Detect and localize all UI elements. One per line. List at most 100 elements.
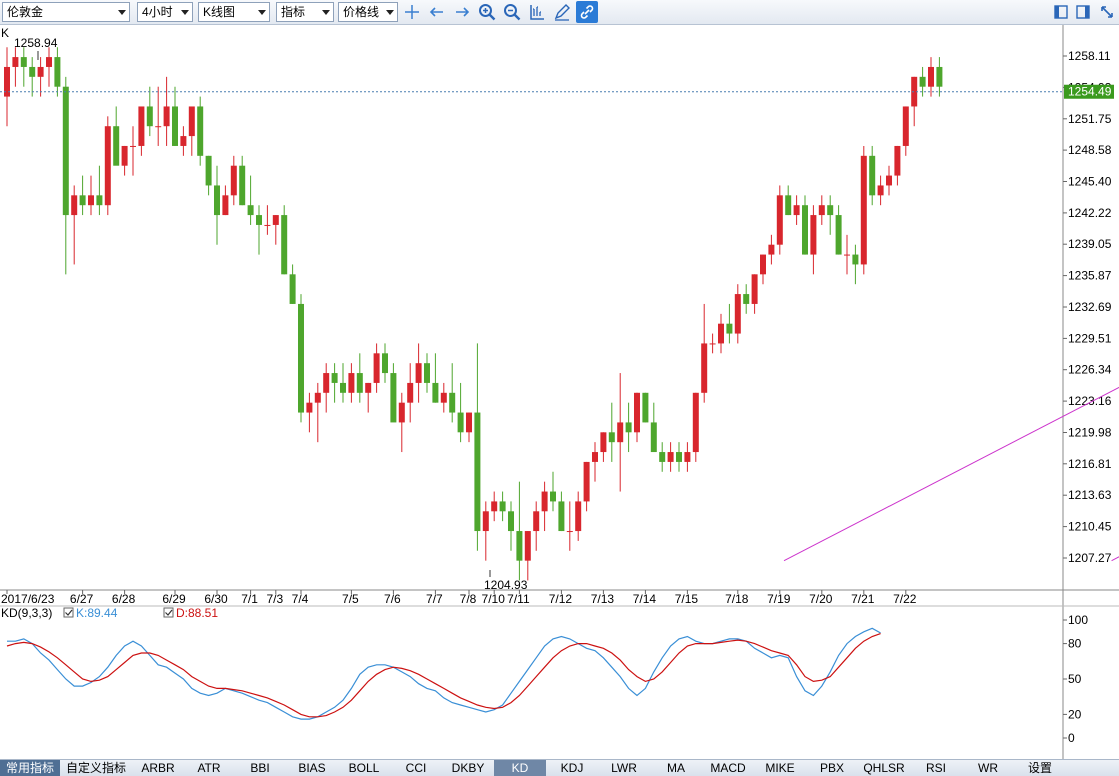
tab-pbx[interactable]: PBX	[806, 760, 858, 776]
tab-rsi[interactable]: RSI	[910, 760, 962, 776]
candle	[130, 126, 136, 176]
candle	[869, 145, 876, 206]
indicator-tabs: 常用指标 自定义指标 ARBR ATR BBI BIAS BOLL CCI DKBY KD KDJ L…	[0, 759, 1119, 776]
indicator-select[interactable]: 指标	[276, 2, 334, 22]
tab-item-19[interactable]: 设置	[1014, 760, 1066, 776]
candle	[709, 333, 716, 354]
candle	[272, 215, 279, 245]
chart-axis-icon[interactable]	[526, 1, 548, 23]
candle	[356, 353, 363, 403]
candle	[676, 442, 682, 472]
tab-boll[interactable]: BOLL	[338, 760, 390, 776]
tab-qhlsr[interactable]: QHLSR	[858, 760, 910, 776]
tab-ma[interactable]: MA	[650, 760, 702, 776]
tab-item-0[interactable]: 常用指标	[0, 760, 60, 776]
candle	[138, 106, 145, 156]
candle	[306, 392, 313, 433]
candle	[415, 343, 422, 403]
tab-item-1[interactable]: 自定义指标	[60, 760, 132, 776]
candle-body	[298, 303, 304, 413]
kd-indicator-label: KD(9,3,3)	[1, 606, 52, 620]
tab-bbi[interactable]: BBI	[234, 760, 286, 776]
candle	[911, 76, 918, 127]
candle-body	[802, 205, 808, 255]
candle	[46, 47, 52, 87]
tab-kdj[interactable]: KDJ	[546, 760, 598, 776]
zoom-in-icon[interactable]	[476, 1, 498, 23]
candle-body	[113, 126, 120, 166]
price-tick-label: 1223.16	[1068, 394, 1112, 408]
date-tick-label: 7/21	[851, 592, 875, 606]
candle-body	[29, 66, 36, 77]
candle-body	[155, 126, 162, 128]
candle	[835, 205, 842, 255]
candle	[659, 442, 666, 472]
candle	[524, 531, 531, 581]
candle-body	[365, 382, 372, 393]
arrow-right-icon[interactable]	[451, 1, 473, 23]
tab-mike[interactable]: MIKE	[754, 760, 806, 776]
candle	[155, 86, 162, 146]
price-tick-label: 1219.98	[1068, 426, 1112, 440]
candle	[827, 195, 834, 235]
candle	[936, 57, 943, 97]
candle	[642, 392, 649, 423]
draw-pen-icon[interactable]	[551, 1, 573, 23]
tab-arbr[interactable]: ARBR	[132, 760, 184, 776]
candle-body	[894, 145, 901, 176]
expand-icon[interactable]	[1096, 1, 1118, 23]
kd-tick-label: 0	[1068, 731, 1075, 745]
candle-body	[306, 402, 313, 413]
candle-body	[709, 343, 716, 345]
candle-body	[180, 136, 187, 146]
tab-macd[interactable]: MACD	[702, 760, 754, 776]
period-select[interactable]: 4小时	[137, 2, 193, 22]
candle-body	[146, 106, 153, 127]
layout-right-icon[interactable]	[1072, 1, 1094, 23]
candle	[516, 481, 523, 581]
candle	[726, 303, 733, 344]
price-line-select[interactable]: 价格线	[338, 2, 398, 22]
candle-body	[491, 501, 498, 512]
price-tick-label: 1242.22	[1068, 206, 1112, 220]
chart-type-select-label: K线图	[203, 5, 236, 19]
candle-body	[138, 106, 145, 146]
candle	[205, 155, 212, 196]
tab-cci[interactable]: CCI	[390, 760, 442, 776]
candle-body	[390, 373, 397, 423]
candle-body	[79, 195, 86, 206]
layout-left-icon[interactable]	[1050, 1, 1072, 23]
candlestick-chart[interactable]: 1258.111254.931251.751248.581245.401242.…	[0, 25, 1119, 759]
crosshair-icon[interactable]	[401, 1, 423, 23]
arrow-left-icon[interactable]	[426, 1, 448, 23]
tab-bias[interactable]: BIAS	[286, 760, 338, 776]
tab-kd[interactable]: KD	[494, 760, 546, 776]
date-tick-label: 7/10	[482, 592, 506, 606]
symbol-select[interactable]: 伦敦金	[2, 2, 130, 22]
candle-body	[356, 373, 363, 393]
link-icon[interactable]	[576, 1, 598, 23]
chart-annotations: K 1258.94 1204.93	[1, 26, 528, 592]
date-axis-labels: 2017/6/23 6/27 6/28 6/29 6/30 7/1 7/3 7/4 7/5 7/6…	[1, 590, 917, 606]
zoom-out-icon[interactable]	[501, 1, 523, 23]
chart-type-select[interactable]: K线图	[198, 2, 270, 22]
candle-body	[592, 452, 598, 462]
candle-body	[71, 195, 78, 216]
candle-body	[743, 294, 750, 304]
date-tick-label: 6/28	[112, 592, 136, 606]
candle-body	[684, 452, 691, 462]
chevron-down-icon	[258, 10, 266, 15]
tab-dkby[interactable]: DKBY	[442, 760, 494, 776]
candle	[592, 442, 598, 482]
tab-atr[interactable]: ATR	[184, 760, 234, 776]
tab-lwr[interactable]: LWR	[598, 760, 650, 776]
candle-body	[449, 392, 456, 413]
candle-body	[230, 165, 237, 196]
candle	[474, 343, 481, 551]
candle-body	[256, 215, 262, 225]
price-tick-label: 1251.75	[1068, 112, 1112, 126]
candle	[667, 442, 674, 472]
channel-lower-line	[1111, 556, 1119, 562]
candle-body	[54, 57, 61, 87]
tab-wr[interactable]: WR	[962, 760, 1014, 776]
